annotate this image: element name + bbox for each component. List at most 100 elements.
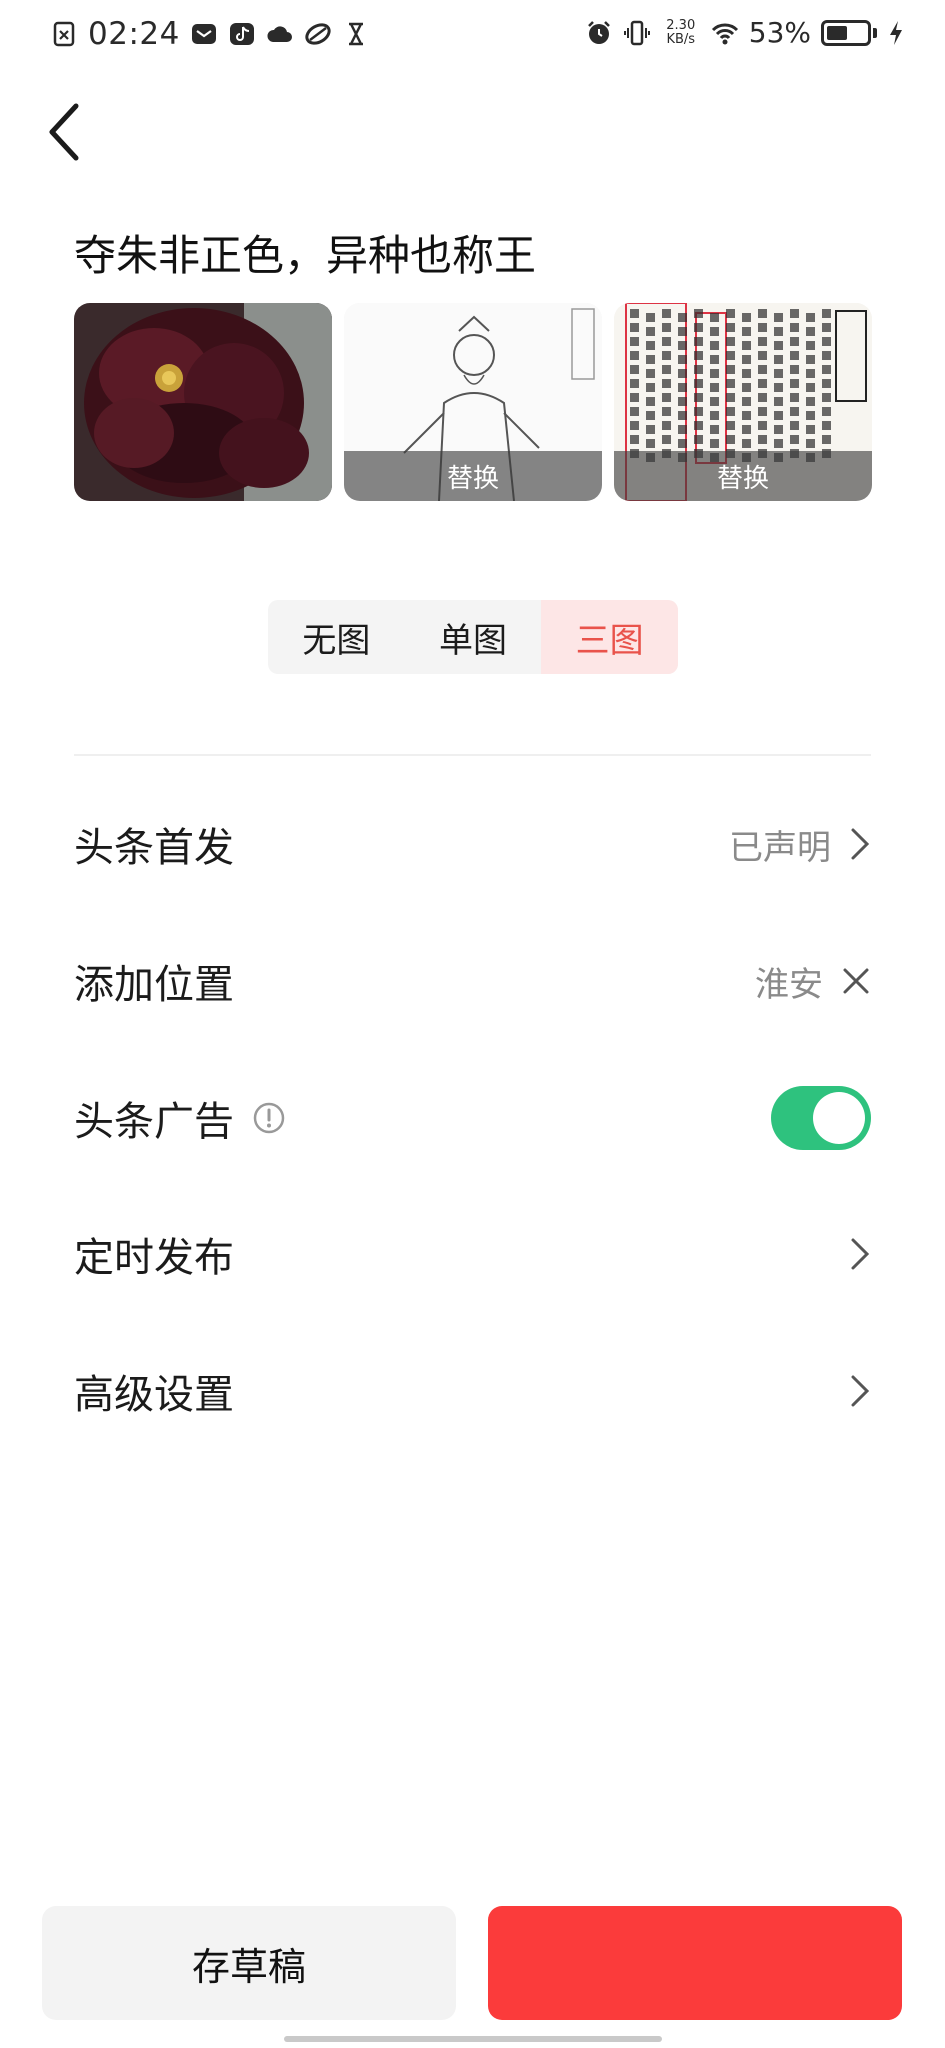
setting-label: 定时发布 bbox=[74, 1235, 234, 1281]
text-glyph bbox=[662, 323, 671, 332]
text-glyph bbox=[678, 341, 687, 350]
info-icon[interactable] bbox=[252, 1101, 286, 1135]
text-glyph bbox=[710, 327, 719, 336]
text-glyph bbox=[710, 411, 719, 420]
chevron-right-icon bbox=[851, 828, 870, 860]
text-glyph bbox=[742, 341, 751, 350]
text-glyph bbox=[678, 369, 687, 378]
mail-icon bbox=[191, 24, 216, 44]
section-divider bbox=[74, 754, 871, 756]
tiktok-icon bbox=[229, 23, 254, 45]
article-title[interactable]: 夺朱非正色，异种也称王 bbox=[74, 222, 536, 283]
setting-location[interactable]: 添加位置 淮安 bbox=[74, 941, 871, 1021]
text-glyph bbox=[678, 383, 687, 392]
text-glyph bbox=[774, 355, 783, 364]
text-glyph bbox=[726, 351, 735, 360]
setting-advanced[interactable]: 高级设置 bbox=[74, 1351, 871, 1431]
text-glyph bbox=[822, 421, 831, 430]
setting-schedule[interactable]: 定时发布 bbox=[74, 1214, 871, 1294]
text-glyph bbox=[742, 397, 751, 406]
file-x-icon bbox=[53, 21, 75, 47]
text-glyph bbox=[758, 309, 767, 318]
text-glyph bbox=[726, 365, 735, 374]
text-glyph bbox=[646, 327, 655, 336]
hourglass-icon bbox=[348, 22, 363, 46]
text-glyph bbox=[758, 351, 767, 360]
network-speed: 2.30 KB/s bbox=[666, 17, 696, 47]
close-icon[interactable] bbox=[841, 966, 871, 996]
text-glyph bbox=[630, 393, 639, 402]
text-glyph bbox=[630, 379, 639, 388]
text-glyph bbox=[662, 365, 671, 374]
image-mode-none[interactable]: 无图 bbox=[268, 600, 405, 674]
text-glyph bbox=[742, 313, 751, 322]
text-glyph bbox=[822, 365, 831, 374]
text-glyph bbox=[678, 313, 687, 322]
text-glyph bbox=[822, 393, 831, 402]
thumb-old-text[interactable]: 替换 bbox=[614, 303, 872, 501]
text-glyph bbox=[694, 407, 703, 416]
text-glyph bbox=[630, 337, 639, 346]
text-glyph bbox=[774, 425, 783, 434]
text-glyph bbox=[790, 351, 799, 360]
text-glyph bbox=[822, 379, 831, 388]
text-glyph bbox=[646, 397, 655, 406]
text-glyph bbox=[806, 425, 815, 434]
replace-overlay[interactable]: 替换 bbox=[344, 451, 602, 501]
thumb-portrait-sketch[interactable]: 替换 bbox=[344, 303, 602, 501]
setting-label: 添加位置 bbox=[74, 962, 234, 1008]
text-glyph bbox=[662, 407, 671, 416]
text-glyph bbox=[742, 355, 751, 364]
toggle-knob bbox=[813, 1092, 865, 1144]
text-glyph bbox=[678, 411, 687, 420]
text-glyph bbox=[758, 379, 767, 388]
text-glyph bbox=[790, 421, 799, 430]
text-glyph bbox=[790, 365, 799, 374]
back-button[interactable] bbox=[44, 100, 88, 164]
text-glyph bbox=[662, 393, 671, 402]
text-glyph bbox=[774, 411, 783, 420]
text-glyph bbox=[710, 397, 719, 406]
text-glyph bbox=[806, 313, 815, 322]
text-glyph bbox=[758, 393, 767, 402]
text-glyph bbox=[758, 407, 767, 416]
first-publish-status: 已声明 bbox=[729, 827, 831, 868]
setting-first-publish[interactable]: 头条首发 已声明 bbox=[74, 804, 871, 884]
setting-label: 头条首发 bbox=[74, 825, 234, 871]
chevron-right-icon bbox=[851, 1238, 870, 1270]
text-glyph bbox=[694, 421, 703, 430]
ads-toggle[interactable] bbox=[771, 1086, 871, 1150]
publish-button[interactable] bbox=[488, 1906, 902, 2020]
text-glyph bbox=[694, 337, 703, 346]
text-glyph bbox=[662, 435, 671, 444]
text-glyph bbox=[726, 435, 735, 444]
clock: 02:24 bbox=[88, 16, 180, 52]
cover-images: 替换 替换 bbox=[74, 303, 872, 501]
text-glyph bbox=[662, 379, 671, 388]
text-glyph bbox=[726, 337, 735, 346]
text-glyph bbox=[678, 425, 687, 434]
text-glyph bbox=[822, 309, 831, 318]
thumb-dark-peony[interactable] bbox=[74, 303, 332, 501]
save-draft-button[interactable]: 存草稿 bbox=[42, 1906, 456, 2020]
text-glyph bbox=[710, 425, 719, 434]
status-bar: 02:24 2.30 KB/s 53% bbox=[0, 0, 945, 76]
image-mode-three[interactable]: 三图 bbox=[541, 600, 678, 674]
image-mode-single[interactable]: 单图 bbox=[405, 600, 542, 674]
text-glyph bbox=[806, 341, 815, 350]
app-icon bbox=[305, 23, 331, 45]
weather-cloud-icon bbox=[267, 26, 292, 42]
text-glyph bbox=[822, 351, 831, 360]
text-glyph bbox=[726, 421, 735, 430]
home-indicator[interactable] bbox=[284, 2036, 662, 2042]
text-glyph bbox=[694, 393, 703, 402]
replace-overlay[interactable]: 替换 bbox=[614, 451, 872, 501]
text-glyph bbox=[710, 313, 719, 322]
text-glyph bbox=[694, 379, 703, 388]
status-bar-left: 02:24 bbox=[50, 16, 370, 52]
text-glyph bbox=[806, 383, 815, 392]
text-glyph bbox=[742, 327, 751, 336]
battery-icon bbox=[821, 19, 871, 46]
text-glyph bbox=[710, 439, 719, 448]
text-glyph bbox=[646, 383, 655, 392]
